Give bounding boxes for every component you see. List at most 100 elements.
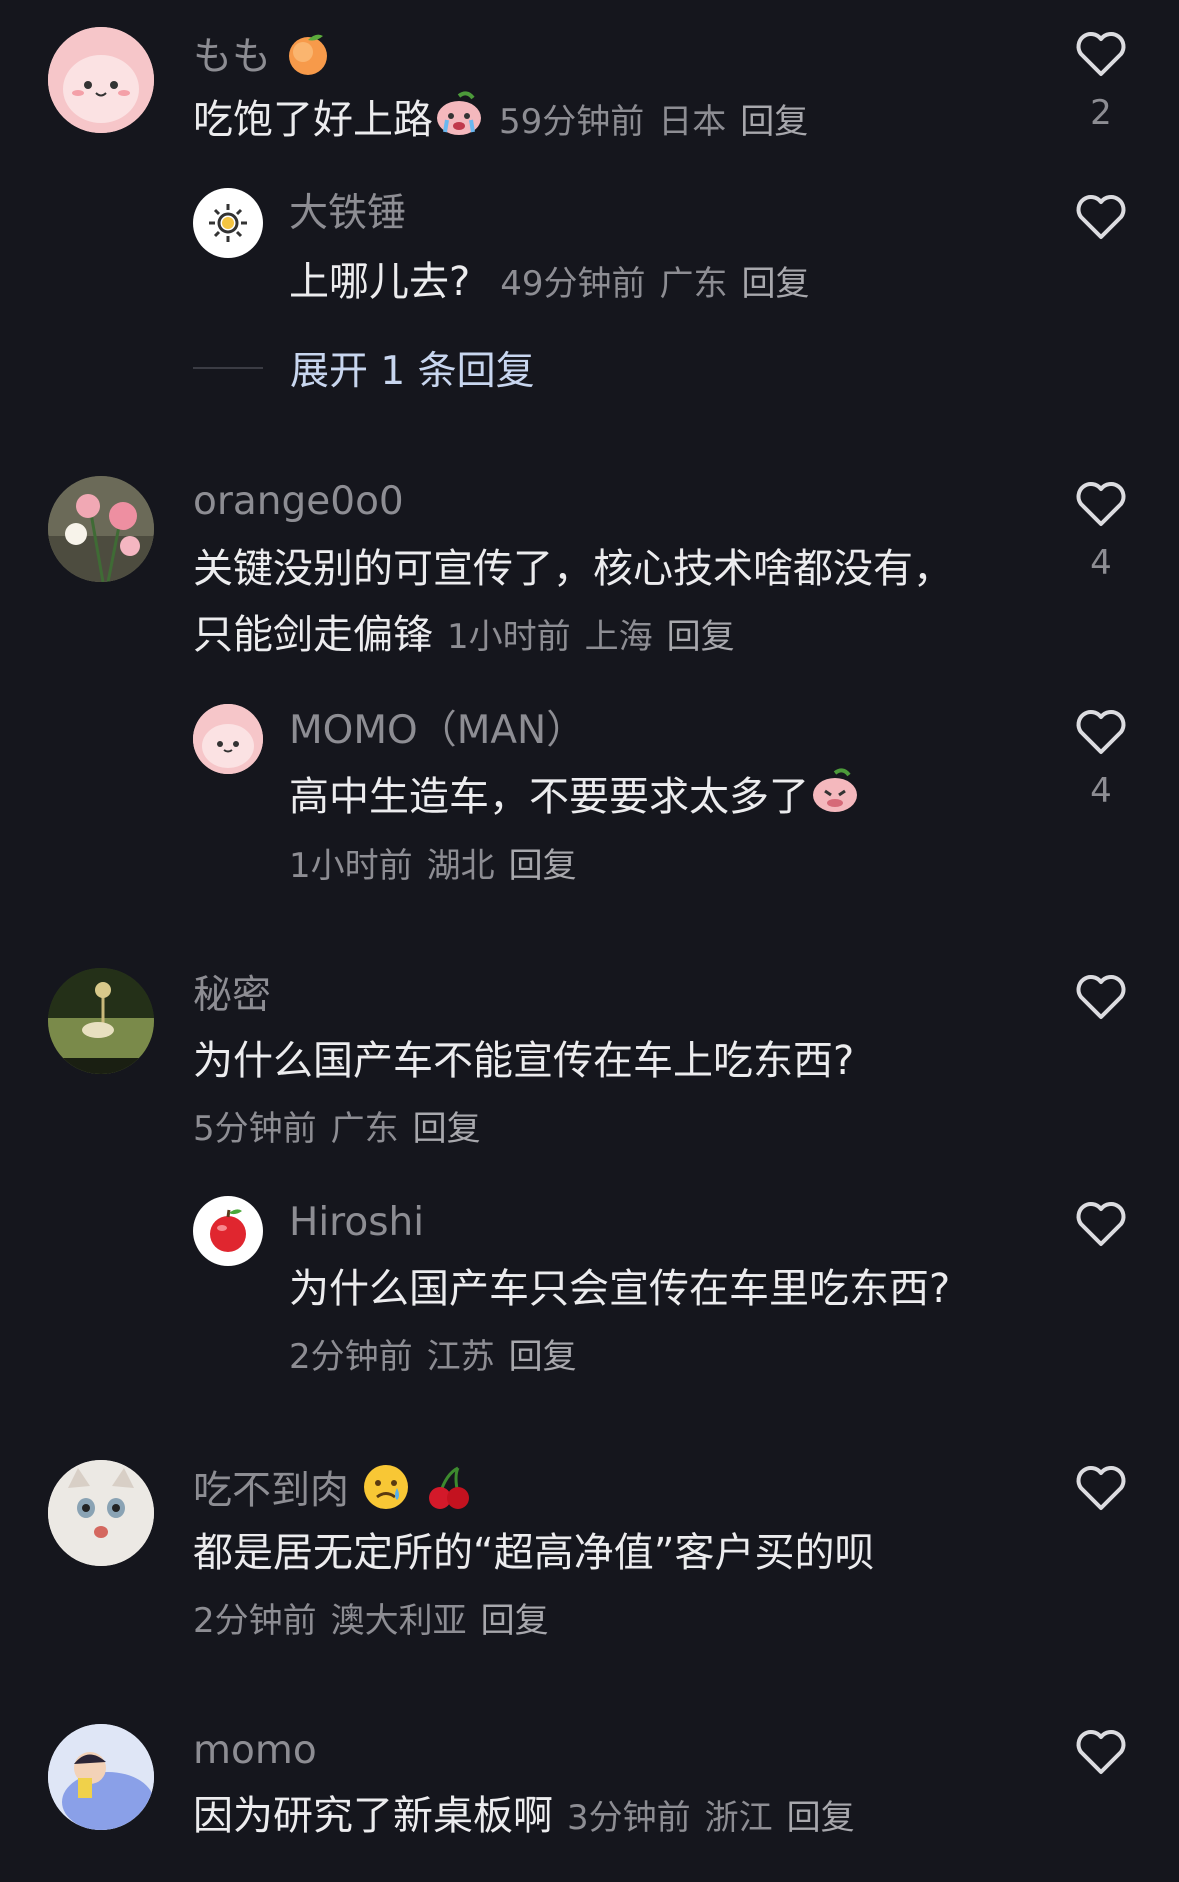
comment-text-line2[interactable]: 只能剑走偏锋 1小时前 上海 回复 xyxy=(193,602,735,670)
reply-button[interactable]: 回复 xyxy=(413,1109,481,1149)
region: 澳大利亚 xyxy=(330,1601,467,1641)
expand-replies-label[interactable]: 展开 1 条回复 xyxy=(290,340,535,396)
timestamp: 1小时前 xyxy=(289,846,413,886)
comment-meta: 3分钟前 浙江 回复 xyxy=(567,1798,855,1838)
peach-emoji xyxy=(283,28,333,90)
region: 上海 xyxy=(584,617,653,657)
like-count: 4 xyxy=(1090,543,1112,583)
heart-outline-icon[interactable] xyxy=(1074,192,1128,242)
heart-outline-icon[interactable] xyxy=(1074,972,1128,1022)
timestamp: 2分钟前 xyxy=(289,1337,413,1377)
comment-text[interactable]: 为什么国产车不能宣传在车上吃东西? xyxy=(193,1028,854,1094)
heart-outline-icon[interactable] xyxy=(1074,1463,1128,1513)
heart-outline-icon[interactable] xyxy=(1074,1727,1128,1777)
comment-meta: 2分钟前 澳大利亚 回复 xyxy=(193,1597,549,1645)
avatar[interactable] xyxy=(193,704,263,774)
username-text[interactable]: momo xyxy=(193,1728,317,1773)
heart-outline-icon[interactable] xyxy=(1074,707,1128,757)
comment-meta: 59分钟前 日本 回复 xyxy=(499,102,808,142)
like-button[interactable] xyxy=(1073,1463,1129,1513)
pleading-emoji xyxy=(809,763,861,835)
reply-button[interactable]: 回复 xyxy=(740,102,808,142)
like-button[interactable] xyxy=(1073,1199,1129,1249)
avatar[interactable] xyxy=(48,476,154,582)
like-button[interactable]: 4 xyxy=(1073,479,1129,583)
reply-button[interactable]: 回复 xyxy=(742,264,810,304)
comment-body: 只能剑走偏锋 xyxy=(193,612,433,658)
username-text[interactable]: 吃不到肉 xyxy=(193,1469,349,1514)
reply-button[interactable]: 回复 xyxy=(667,617,735,657)
region: 江苏 xyxy=(426,1337,495,1377)
timestamp: 1小时前 xyxy=(447,617,571,657)
username[interactable]: Hiroshi xyxy=(289,1199,424,1247)
comment-meta: 2分钟前 江苏 回复 xyxy=(289,1333,577,1381)
like-button[interactable] xyxy=(1073,972,1129,1022)
comment-body: 高中生造车，不要要求太多了 xyxy=(289,774,809,820)
timestamp: 49分钟前 xyxy=(500,264,646,304)
avatar[interactable] xyxy=(48,968,154,1074)
username-text[interactable]: MOMO（MAN） xyxy=(289,708,585,753)
like-count: 4 xyxy=(1090,771,1112,811)
username-text[interactable]: orange0o0 xyxy=(193,479,404,524)
reply-button[interactable]: 回复 xyxy=(481,1601,549,1641)
username[interactable]: 秘密 xyxy=(193,972,271,1020)
comment-body: 都是居无定所的“超高净值”客户买的呗 xyxy=(193,1530,875,1576)
comment-body: 关键没别的可宣传了，核心技术啥都没有， xyxy=(193,546,953,592)
comment-text[interactable]: 因为研究了新桌板啊 3分钟前 浙江 回复 xyxy=(193,1783,855,1851)
comment-text[interactable]: 高中生造车，不要要求太多了 xyxy=(289,763,861,835)
comment-text[interactable]: 关键没别的可宣传了，核心技术啥都没有， xyxy=(193,536,953,602)
username-text[interactable]: 秘密 xyxy=(193,973,271,1018)
username-text[interactable]: 大铁锤 xyxy=(289,191,406,236)
region: 浙江 xyxy=(704,1798,773,1838)
crying-emoji xyxy=(433,86,485,158)
sad-face-emoji xyxy=(361,1462,411,1524)
region: 湖北 xyxy=(426,846,495,886)
like-count: 2 xyxy=(1090,93,1112,133)
timestamp: 2分钟前 xyxy=(193,1601,317,1641)
reply-button[interactable]: 回复 xyxy=(509,846,577,886)
timestamp: 59分钟前 xyxy=(499,102,645,142)
comment-text[interactable]: 吃饱了好上路 59分钟前 日本 回复 xyxy=(193,86,808,158)
region: 广东 xyxy=(659,264,728,304)
avatar[interactable] xyxy=(48,27,154,133)
avatar[interactable] xyxy=(193,1196,263,1266)
username[interactable]: momo xyxy=(193,1727,317,1775)
timestamp: 5分钟前 xyxy=(193,1109,317,1149)
avatar[interactable] xyxy=(193,188,263,258)
comment-body: 因为研究了新桌板啊 xyxy=(193,1793,553,1839)
heart-outline-icon[interactable] xyxy=(1074,1199,1128,1249)
comment-text[interactable]: 为什么国产车只会宣传在车里吃东西? xyxy=(289,1256,950,1322)
username-text[interactable]: Hiroshi xyxy=(289,1200,424,1245)
comment-meta: 1小时前 湖北 回复 xyxy=(289,842,577,890)
comment-meta: 1小时前 上海 回复 xyxy=(447,617,735,657)
region: 日本 xyxy=(658,102,727,142)
comment-meta: 49分钟前 广东 回复 xyxy=(500,264,809,304)
comment-body: 吃饱了好上路 xyxy=(193,97,433,143)
comment-text[interactable]: 都是居无定所的“超高净值”客户买的呗 xyxy=(193,1520,874,1586)
comment-text[interactable]: 上哪儿去? 49分钟前 广东 回复 xyxy=(289,249,810,317)
username[interactable]: 大铁锤 xyxy=(289,190,406,238)
like-button[interactable] xyxy=(1073,192,1129,242)
comment-body: 为什么国产车只会宣传在车里吃东西? xyxy=(289,1266,951,1312)
avatar[interactable] xyxy=(48,1460,154,1566)
heart-outline-icon[interactable] xyxy=(1074,479,1128,529)
username[interactable]: MOMO（MAN） xyxy=(289,707,585,755)
cherry-emoji xyxy=(424,1462,474,1524)
username-text[interactable]: もも xyxy=(193,35,271,80)
like-button[interactable]: 2 xyxy=(1073,29,1129,133)
reply-button[interactable]: 回复 xyxy=(509,1337,577,1377)
comment-meta: 5分钟前 广东 回复 xyxy=(193,1105,481,1153)
expand-replies[interactable]: 展开 1 条回复 xyxy=(193,340,535,396)
username[interactable]: もも xyxy=(193,28,333,90)
region: 广东 xyxy=(330,1109,399,1149)
timestamp: 3分钟前 xyxy=(567,1798,691,1838)
comment-body: 上哪儿去? xyxy=(289,259,471,305)
avatar[interactable] xyxy=(48,1724,154,1830)
divider xyxy=(193,367,263,369)
reply-button[interactable]: 回复 xyxy=(787,1798,855,1838)
username[interactable]: orange0o0 xyxy=(193,478,404,526)
heart-outline-icon[interactable] xyxy=(1074,29,1128,79)
username[interactable]: 吃不到肉 xyxy=(193,1462,474,1524)
like-button[interactable] xyxy=(1073,1727,1129,1777)
like-button[interactable]: 4 xyxy=(1073,707,1129,811)
